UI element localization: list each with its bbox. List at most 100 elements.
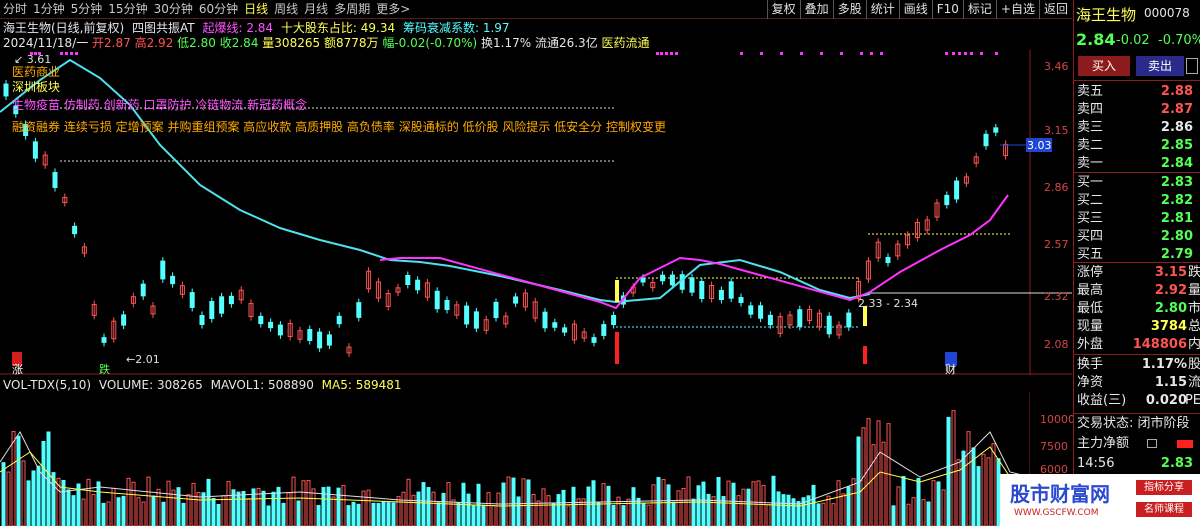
volume-bar <box>736 495 741 526</box>
volume-bar <box>946 416 951 526</box>
signal-dot <box>970 52 973 55</box>
volume-bar <box>361 490 366 526</box>
price-axis-label: 2.86 <box>1044 181 1069 194</box>
candle-body <box>542 311 548 329</box>
candle-body <box>72 225 78 235</box>
toolbar-button[interactable]: 标记 <box>962 0 996 19</box>
range-label: 2.33 - 2.34 <box>858 297 918 310</box>
candle-body <box>32 141 38 159</box>
volume-bar <box>441 492 446 526</box>
period-tab[interactable]: 更多> <box>373 0 413 19</box>
volume-bar <box>171 489 176 526</box>
volume-bar <box>11 431 16 526</box>
buy-button[interactable]: 买入 <box>1078 56 1130 76</box>
volume-bar <box>596 501 601 526</box>
bid-row: 买二 2.82 <box>1077 193 1193 208</box>
volume-bar <box>561 489 566 526</box>
volume-bar <box>786 494 791 526</box>
period-tab[interactable]: 5分钟 <box>68 0 106 19</box>
volume-bar <box>716 477 721 526</box>
volume-bar <box>816 503 821 526</box>
flow-chart-icon[interactable] <box>1147 439 1157 448</box>
signal-dot <box>870 52 873 55</box>
period-tab[interactable]: 30分钟 <box>151 0 196 19</box>
indicator-name[interactable]: 四图共振AT <box>132 21 195 35</box>
period-tab[interactable]: 日线 <box>241 0 271 19</box>
volume-bar <box>516 496 521 526</box>
signal-dot <box>60 52 63 55</box>
toolbar-button[interactable]: 画线 <box>898 0 932 19</box>
volume-bar <box>26 480 31 526</box>
candle-body <box>140 283 146 297</box>
period-tab[interactable]: 周线 <box>271 0 301 19</box>
volume-bar <box>366 489 371 526</box>
volume-bar <box>66 489 71 526</box>
volume-bar <box>481 504 486 526</box>
candle-body <box>473 311 479 329</box>
volume-bar <box>831 503 836 526</box>
volume-bar <box>941 489 946 526</box>
ask-row: 卖二 2.85 <box>1077 138 1193 153</box>
volume-bar <box>541 488 546 526</box>
signal-dot <box>780 52 783 55</box>
period-tab[interactable]: 多周期 <box>331 0 373 19</box>
signal-dot <box>880 52 883 55</box>
toolbar-button[interactable]: +自选 <box>995 0 1039 19</box>
signal-dot <box>660 52 663 55</box>
candle-body <box>170 275 176 285</box>
candle-body <box>562 327 568 333</box>
volume-bar <box>791 498 796 526</box>
volume-bar <box>351 501 356 526</box>
volume-bar <box>296 500 301 526</box>
sell-button[interactable]: 卖出 <box>1136 56 1184 76</box>
volume-bar <box>621 505 626 526</box>
price-axis-label: 2.57 <box>1044 238 1069 251</box>
signal-dot <box>800 52 803 55</box>
period-tab[interactable]: 月线 <box>301 0 331 19</box>
period-tab[interactable]: 15分钟 <box>105 0 150 19</box>
volume-bar <box>196 492 201 526</box>
candle-body <box>405 274 411 286</box>
current-price-tag: 3.03 <box>1027 139 1052 152</box>
chip-value: 1.97 <box>482 21 510 35</box>
period-tab[interactable]: 分时 <box>0 0 30 19</box>
volume-bar <box>676 490 681 526</box>
candle-body <box>336 315 342 325</box>
toolbar-button[interactable]: 多股 <box>832 0 866 19</box>
volume-chart[interactable] <box>0 392 1030 526</box>
volume-bar <box>906 503 911 526</box>
mavol1-value: MAVOL1: 508890 <box>210 378 314 392</box>
volume-bar <box>646 504 651 526</box>
period-tab[interactable]: 1分钟 <box>30 0 68 19</box>
toolbar-button[interactable]: 叠加 <box>799 0 833 19</box>
volume-bar <box>491 504 496 526</box>
bid-row: 买四 2.80 <box>1077 229 1193 244</box>
signal-dot <box>65 52 68 55</box>
toolbar-button[interactable]: 复权 <box>766 0 800 19</box>
signal-bar-red <box>615 332 619 364</box>
volume-bar <box>416 491 421 526</box>
volume-bar <box>471 505 476 526</box>
volume-indicator-name[interactable]: VOL-TDX(5,10) <box>3 378 91 392</box>
period-tab[interactable]: 60分钟 <box>196 0 241 19</box>
toolbar-button[interactable]: F10 <box>931 0 963 19</box>
toolbar-button[interactable]: 返回 <box>1038 0 1072 19</box>
cai-badge: 财 <box>945 363 956 376</box>
volume-bar <box>511 477 516 526</box>
volume-bar <box>391 502 396 526</box>
candle-body <box>268 321 274 329</box>
candle-body <box>944 194 950 206</box>
volume-bar <box>91 494 96 526</box>
stat-row: 最低 2.80 市 <box>1077 301 1200 316</box>
quote-turnover: 换1.17% <box>481 36 532 50</box>
candle-body <box>601 324 607 336</box>
signal-dot <box>70 52 73 55</box>
stock-name: 海王生物 <box>1076 6 1137 24</box>
volume-bar <box>306 480 311 526</box>
toolbar-button[interactable]: 统计 <box>865 0 899 19</box>
volume-bar <box>706 493 711 526</box>
signal-dot <box>952 52 955 55</box>
volume-bar <box>731 482 736 526</box>
signal-dot <box>740 52 743 55</box>
expand-icon[interactable] <box>1186 58 1198 74</box>
